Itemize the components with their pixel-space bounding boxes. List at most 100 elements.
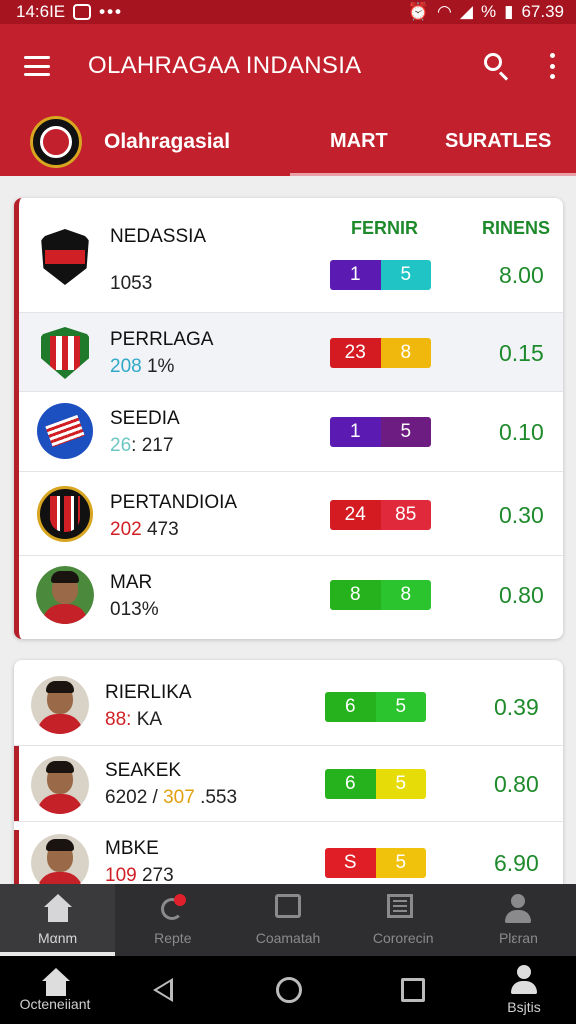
player-name: MAR [110, 572, 153, 593]
score-pill: 23 8 [330, 338, 431, 368]
list-icon [387, 894, 419, 924]
score-left: 6 [325, 692, 376, 722]
score-left: S [325, 848, 376, 878]
alarm-icon: ⏰ [407, 2, 430, 21]
tab-indicator [290, 173, 576, 176]
player-name: SEAKEK [105, 760, 182, 781]
row-value: 0.10 [499, 419, 544, 445]
player-avatar [36, 566, 94, 624]
list-item[interactable]: PERTANDIOIA 202 473 24 85 0.30 [19, 472, 563, 556]
score-left: 23 [330, 338, 381, 368]
battery-text: 67.39 [521, 2, 564, 21]
notification-icon [73, 4, 92, 20]
team-name: PERRLAGA [110, 329, 214, 350]
row-value: 0.80 [499, 582, 544, 608]
back-button[interactable] [148, 956, 178, 1024]
menu-icon[interactable] [24, 56, 50, 76]
player-stat: 013% [110, 599, 159, 620]
search-icon[interactable] [482, 51, 512, 81]
list-item[interactable]: SEEDIA 26: 217 1 5 0.10 [19, 392, 563, 472]
team-crest-icon [36, 228, 94, 286]
player-stat: 88: KA [105, 709, 163, 730]
app-title: OLAHRAGAA INDANSIA [88, 52, 362, 79]
system-home-button[interactable]: Octeneiiant [14, 956, 96, 1024]
players-card: RIERLIKA 88: KA 6 5 0.39 SEAKEK 6202 / 3… [14, 660, 563, 900]
recents-icon [401, 978, 425, 1002]
score-right: 8 [380, 338, 431, 368]
score-pill: S 5 [325, 848, 426, 878]
score-right: 5 [380, 417, 431, 447]
score-pill: 1 5 [330, 417, 431, 447]
list-item[interactable]: RIERLIKA 88: KA 6 5 0.39 [14, 660, 563, 746]
team-stat: 208 1% [110, 356, 175, 377]
wifi-icon: ◠ [437, 2, 452, 21]
nav-item-profile[interactable]: Plεran [461, 884, 576, 956]
system-profile-label: Bsjtis [507, 999, 541, 1015]
system-navigation: Octeneiiant Bsjtis [0, 956, 576, 1024]
club-logo [30, 116, 82, 168]
row-value: 8.00 [499, 262, 544, 288]
score-right: 5 [375, 692, 426, 722]
score-pill: 8 8 [330, 580, 431, 610]
home-circle-icon [276, 977, 302, 1003]
nav-item-coamatah[interactable]: Coamatah [230, 884, 345, 956]
nav-item-replay[interactable]: Repte [115, 884, 230, 956]
player-stat: 6202 / 307 .553 [105, 787, 238, 808]
score-pill: 6 5 [325, 769, 426, 799]
back-icon [153, 978, 173, 1002]
clock-text: 14:6IE [16, 2, 66, 21]
tab-suratles[interactable]: SURATLES [445, 130, 551, 153]
team-stat: 202 473 [110, 519, 179, 540]
recents-button[interactable] [398, 956, 428, 1024]
app-bar: OLAHRAGAA INDANSIA Olahragasial MART SUR… [0, 24, 576, 176]
list-item[interactable]: SEAKEK 6202 / 307 .553 6 5 0.80 [14, 746, 563, 822]
nav-label: Coamatah [255, 930, 321, 946]
nav-item-cororecin[interactable]: Cororecin [346, 884, 461, 956]
list-item[interactable]: NEDASSIA 1053 1 5 8.00 [19, 198, 563, 313]
team-crest-icon [36, 402, 94, 460]
nav-label: Repte [154, 930, 192, 946]
team-crest-icon [36, 485, 94, 543]
tab-mart[interactable]: MART [330, 130, 388, 153]
system-home-label: Octeneiiant [19, 996, 91, 1012]
more-notifications-icon: ••• [99, 2, 124, 21]
nav-label: Mαnm [37, 930, 78, 946]
score-right: 85 [380, 500, 431, 530]
list-item[interactable]: PERRLAGA 208 1% 23 8 0.15 [19, 313, 563, 392]
player-name: MBKE [105, 838, 159, 859]
score-pill: 24 85 [330, 500, 431, 530]
score-left: 1 [330, 260, 381, 290]
user-icon [502, 894, 534, 924]
home-icon [42, 894, 74, 924]
player-name: RIERLIKA [105, 682, 192, 703]
score-right: 5 [375, 769, 426, 799]
score-left: 6 [325, 769, 376, 799]
user-icon [508, 965, 540, 995]
nav-label: Cororecin [372, 930, 434, 946]
player-avatar [31, 676, 89, 734]
row-value: 0.30 [499, 502, 544, 528]
list-item[interactable]: MAR 013% 8 8 0.80 [19, 556, 563, 639]
row-value: 0.39 [494, 694, 539, 720]
team-name: NEDASSIA [110, 226, 207, 247]
team-crest-icon [36, 324, 94, 382]
home-button[interactable] [274, 956, 304, 1024]
score-right: 5 [375, 848, 426, 878]
battery-icon: ▮ [504, 2, 514, 21]
team-name: PERTANDIOIA [110, 492, 238, 513]
home-icon [40, 968, 70, 996]
more-options-icon[interactable] [548, 53, 556, 79]
score-left: 1 [330, 417, 381, 447]
signal-percent: % [480, 2, 497, 21]
nav-label: Plεran [498, 930, 538, 946]
score-left: 24 [330, 500, 381, 530]
row-value: 0.80 [494, 771, 539, 797]
score-right: 5 [380, 260, 431, 290]
score-right: 8 [380, 580, 431, 610]
team-name: SEEDIA [110, 408, 180, 429]
team-stat: 26: 217 [110, 435, 174, 456]
system-profile-button[interactable]: Bsjtis [494, 956, 554, 1024]
replay-icon [157, 894, 189, 924]
box-icon [272, 894, 304, 924]
nav-item-home[interactable]: Mαnm [0, 884, 116, 956]
